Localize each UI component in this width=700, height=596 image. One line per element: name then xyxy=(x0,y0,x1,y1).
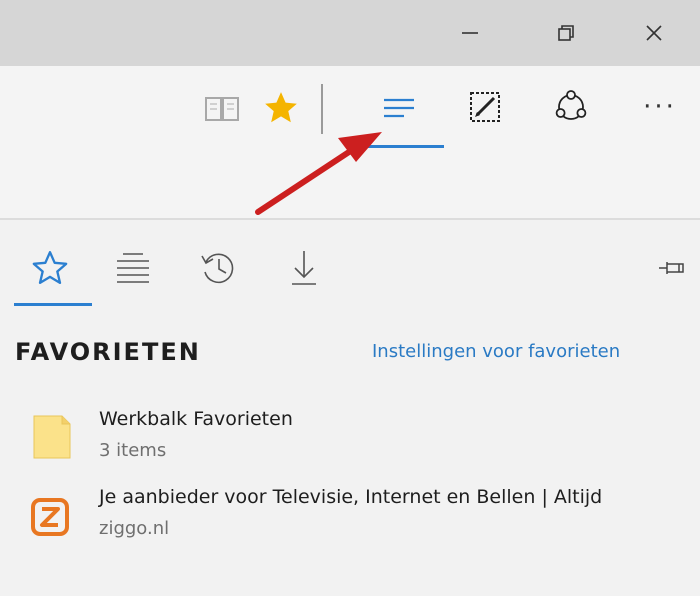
reading-list-icon xyxy=(117,253,149,283)
more-icon: ··· xyxy=(643,92,677,122)
tab-history[interactable] xyxy=(188,238,248,298)
browser-toolbar: ··· xyxy=(0,66,700,150)
download-icon xyxy=(292,251,316,285)
list-item-subtitle: ziggo.nl xyxy=(99,518,170,539)
close-icon xyxy=(646,25,662,41)
star-outline-icon xyxy=(32,251,68,284)
tab-downloads[interactable] xyxy=(274,238,334,298)
restore-icon xyxy=(558,25,574,41)
list-item-subtitle: 3 items xyxy=(99,440,167,461)
tab-reading-list[interactable] xyxy=(103,238,163,298)
list-item[interactable]: Je aanbieder voor Televisie, Internet en… xyxy=(0,476,700,556)
minimize-icon xyxy=(462,32,478,34)
book-icon xyxy=(205,97,239,121)
favorites-tab-indicator xyxy=(14,303,92,306)
tab-favorites[interactable] xyxy=(20,238,80,298)
list-item[interactable]: Werkbalk Favorieten 3 items xyxy=(0,398,700,478)
toolbar-divider xyxy=(321,84,323,134)
browser-window: ··· FAVORIETEN Instellingen voor favorie… xyxy=(0,0,700,596)
pin-button[interactable] xyxy=(652,250,692,286)
share-button[interactable] xyxy=(545,80,597,134)
star-icon xyxy=(265,92,297,123)
folder-icon xyxy=(33,415,71,459)
favorites-heading: FAVORIETEN xyxy=(15,338,201,366)
web-note-button[interactable] xyxy=(459,80,511,134)
hub-lines-icon xyxy=(384,98,414,118)
title-bar xyxy=(0,0,700,66)
hub-panel: FAVORIETEN Instellingen voor favorieten … xyxy=(0,220,700,596)
web-note-icon xyxy=(470,92,500,122)
add-favorite-button[interactable] xyxy=(256,82,306,134)
hub-button[interactable] xyxy=(369,84,429,134)
restore-button[interactable] xyxy=(536,0,596,66)
list-item-title: Werkbalk Favorieten xyxy=(99,408,293,430)
close-button[interactable] xyxy=(624,0,684,66)
history-icon xyxy=(201,253,234,284)
favorites-settings-link[interactable]: Instellingen voor favorieten xyxy=(372,341,620,362)
hub-active-indicator xyxy=(354,145,444,148)
reading-view-button[interactable] xyxy=(196,84,248,134)
pin-icon xyxy=(659,262,684,274)
more-button[interactable]: ··· xyxy=(630,80,690,134)
ziggo-favicon xyxy=(31,498,69,536)
share-icon xyxy=(555,90,587,120)
page-area-strip xyxy=(0,150,700,220)
minimize-button[interactable] xyxy=(440,0,500,66)
list-item-title: Je aanbieder voor Televisie, Internet en… xyxy=(99,486,603,508)
